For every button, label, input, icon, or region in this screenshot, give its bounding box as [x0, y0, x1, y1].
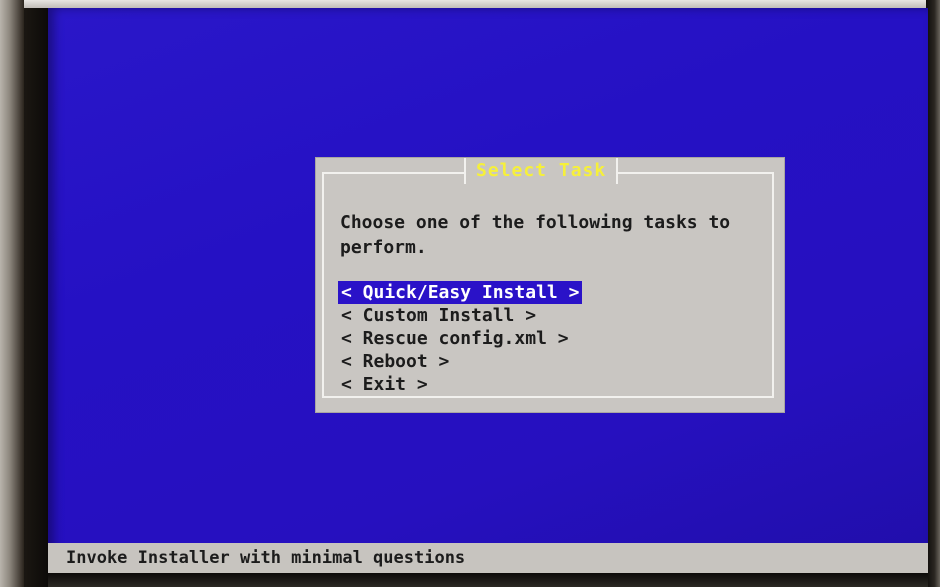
- monitor-bezel-bottom: [48, 573, 928, 587]
- monitor-bezel-left: [0, 0, 24, 587]
- menu-item-reboot[interactable]: < Reboot >: [338, 350, 582, 373]
- menu-item-quick-easy-install[interactable]: < Quick/Easy Install >: [338, 281, 583, 304]
- dialog-title: Select Task: [464, 158, 619, 184]
- menu-item-custom-install[interactable]: < Custom Install >: [338, 304, 582, 327]
- select-task-dialog: Select Task Choose one of the following …: [316, 158, 784, 412]
- monitor-frame: [24, 8, 48, 587]
- monitor-bezel-right: [926, 0, 940, 587]
- dialog-prompt: Choose one of the following tasks to per…: [340, 212, 731, 258]
- menu-item-exit[interactable]: < Exit >: [338, 373, 582, 396]
- task-menu: < Quick/Easy Install > < Custom Install …: [338, 281, 583, 396]
- console-screen: Select Task Choose one of the following …: [48, 8, 928, 587]
- menu-item-rescue-config[interactable]: < Rescue config.xml >: [338, 327, 582, 350]
- status-bar: Invoke Installer with minimal questions: [48, 543, 928, 573]
